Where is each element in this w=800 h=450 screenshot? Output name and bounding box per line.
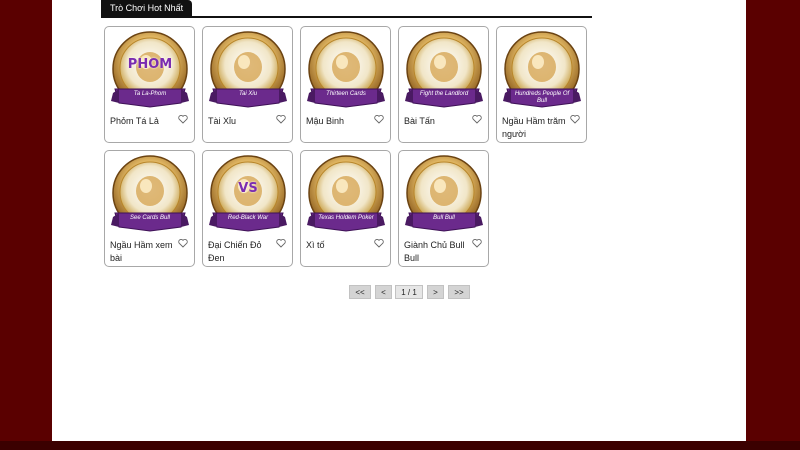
- game-card[interactable]: Thirteen Cards Mậu Binh: [300, 26, 391, 143]
- game-badge-label: Red-Black War: [227, 215, 269, 221]
- heart-icon[interactable]: [570, 114, 580, 124]
- game-card[interactable]: Bull Bull Giành Chủ Bull Bull: [398, 150, 489, 267]
- bottom-border: [0, 441, 800, 450]
- section-header: Trò Chơi Hot Nhất: [101, 0, 592, 18]
- game-card[interactable]: PHOM Ta La-Phom Phỏm Tá Lả: [104, 26, 195, 143]
- game-badge-label: Thirteen Cards: [326, 91, 366, 97]
- game-card[interactable]: Texas Holdem Poker Xì tố: [300, 150, 391, 267]
- prev-page-button[interactable]: <: [375, 285, 392, 299]
- first-page-button[interactable]: <<: [349, 285, 371, 299]
- section-title-tab[interactable]: Trò Chơi Hot Nhất: [101, 0, 193, 16]
- game-badge-label: Bull Bull: [433, 215, 455, 221]
- heart-icon[interactable]: [276, 114, 286, 124]
- game-name[interactable]: Mậu Binh: [306, 115, 374, 128]
- game-badge-label: Tai Xiu: [238, 91, 258, 97]
- game-name[interactable]: Bài Tấn: [404, 115, 472, 128]
- heart-icon[interactable]: [178, 238, 188, 248]
- game-thumbnail[interactable]: [403, 155, 485, 235]
- game-card[interactable]: Fight the Landlord Bài Tấn: [398, 26, 489, 143]
- game-thumbnail[interactable]: [207, 31, 289, 111]
- game-badge-label: Fight the Landlord: [419, 91, 469, 97]
- game-thumbnail[interactable]: [403, 31, 485, 111]
- heart-icon[interactable]: [374, 114, 384, 124]
- game-card[interactable]: Hundreds People Of Bull Ngầu Hầm trăm ngư…: [496, 26, 587, 143]
- game-card[interactable]: See Cards Bull Ngầu Hầm xem bài: [104, 150, 195, 267]
- heart-icon[interactable]: [472, 114, 482, 124]
- game-name[interactable]: Phỏm Tá Lả: [110, 115, 178, 128]
- game-badge-label: Texas Holdem Poker: [318, 215, 374, 221]
- game-name[interactable]: Giành Chủ Bull Bull: [404, 239, 472, 265]
- game-name[interactable]: Ngầu Hầm trăm người: [502, 115, 570, 141]
- heart-icon[interactable]: [374, 238, 384, 248]
- game-name[interactable]: Đại Chiến Đỏ Đen: [208, 239, 276, 265]
- game-badge-label: See Cards Bull: [129, 215, 171, 221]
- game-badge-label: Ta La-Phom: [133, 91, 167, 97]
- game-card[interactable]: Tai Xiu Tài Xỉu: [202, 26, 293, 143]
- game-logo-text: PHOM: [127, 57, 173, 72]
- heart-icon[interactable]: [276, 238, 286, 248]
- next-page-button[interactable]: >: [427, 285, 444, 299]
- game-thumbnail[interactable]: [305, 155, 387, 235]
- game-name[interactable]: Ngầu Hầm xem bài: [110, 239, 178, 265]
- game-thumbnail[interactable]: [109, 155, 191, 235]
- game-name[interactable]: Xì tố: [306, 239, 374, 252]
- page-indicator: 1 / 1: [395, 285, 423, 299]
- game-badge-label: Hundreds People Of Bull: [514, 91, 570, 104]
- game-card[interactable]: VS Red-Black War Đại Chiến Đỏ Đen: [202, 150, 293, 267]
- heart-icon[interactable]: [178, 114, 188, 124]
- heart-icon[interactable]: [472, 238, 482, 248]
- last-page-button[interactable]: >>: [448, 285, 470, 299]
- game-thumbnail[interactable]: [305, 31, 387, 111]
- game-name[interactable]: Tài Xỉu: [208, 115, 276, 128]
- game-logo-text: VS: [238, 181, 258, 196]
